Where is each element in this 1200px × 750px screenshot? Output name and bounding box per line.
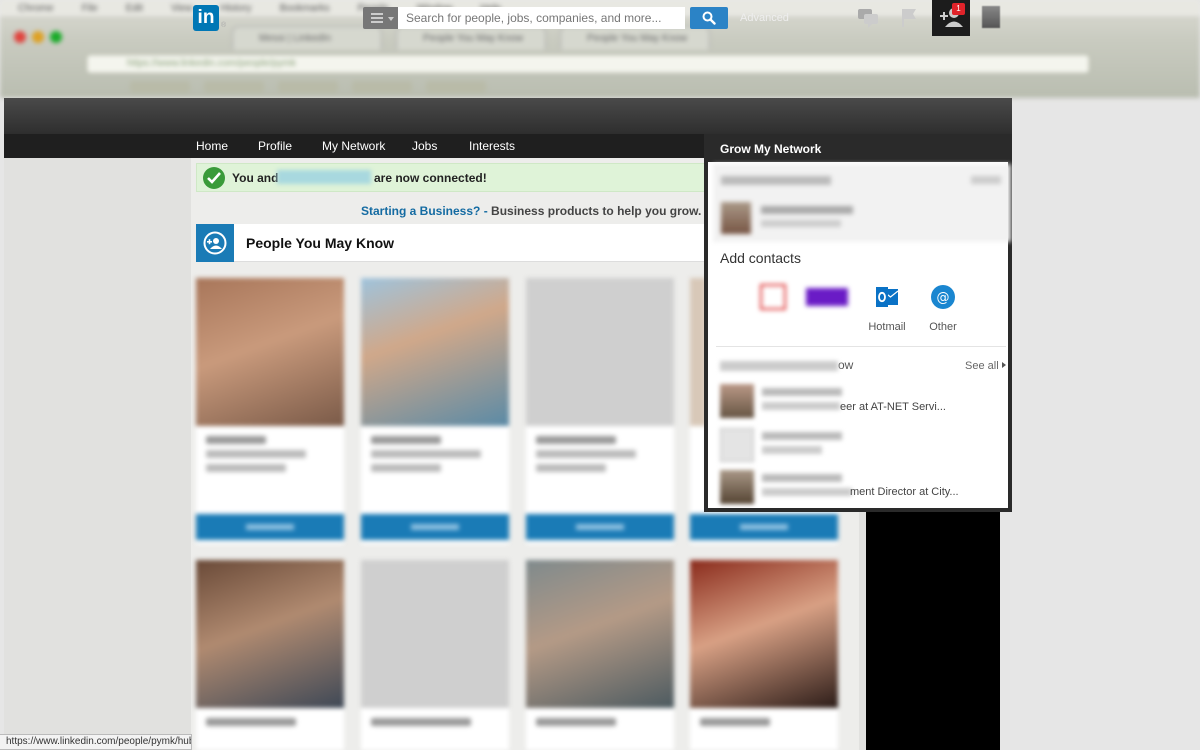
- outlook-icon: [876, 287, 899, 307]
- list-icon: [371, 13, 383, 23]
- suggestion-headline: ment Director at City...: [850, 486, 959, 498]
- pymk-title: People You May Know: [246, 235, 395, 251]
- hotmail-label: Hotmail: [868, 321, 906, 333]
- search-category-dropdown[interactable]: [363, 7, 398, 29]
- nav-my-network[interactable]: My Network: [322, 139, 385, 153]
- person-card[interactable]: [361, 278, 509, 544]
- at-icon: @: [931, 285, 955, 309]
- search-button[interactable]: [690, 7, 728, 29]
- connect-button[interactable]: [196, 514, 344, 540]
- other-label: Other: [929, 321, 957, 333]
- dropdown-title: Grow My Network: [720, 142, 822, 156]
- browser-tab[interactable]: People You May Know: [396, 26, 546, 50]
- bookmarks-bar: [0, 78, 1200, 96]
- notifications-button[interactable]: [896, 6, 922, 30]
- chevron-down-icon: [388, 17, 394, 21]
- dropdown-header: Grow My Network: [708, 134, 1008, 162]
- menu-item[interactable]: View: [171, 3, 193, 14]
- nav-profile[interactable]: Profile: [258, 139, 292, 153]
- suggestion-item[interactable]: ment Director at City...: [708, 470, 1008, 510]
- person-card[interactable]: [526, 560, 674, 750]
- connect-button[interactable]: [690, 514, 838, 540]
- yahoo-import-button[interactable]: [804, 284, 850, 326]
- notification-badge: 1: [952, 3, 965, 15]
- suggestion-item[interactable]: [708, 428, 1008, 468]
- person-photo: [361, 560, 509, 708]
- browser-tab[interactable]: Messi | LinkedIn: [232, 26, 382, 50]
- see-all-link[interactable]: See all: [965, 360, 1006, 372]
- hotmail-import-button[interactable]: Hotmail: [864, 284, 910, 333]
- menu-item[interactable]: Bookmarks: [280, 3, 330, 14]
- suggestion-avatar: [720, 384, 754, 418]
- menu-item[interactable]: History: [220, 3, 251, 14]
- person-photo: [196, 560, 344, 708]
- linkedin-topbar: [4, 98, 1012, 134]
- person-photo: [690, 560, 838, 708]
- connected-member-name[interactable]: [277, 170, 371, 184]
- pending-invitations[interactable]: [713, 164, 1011, 242]
- address-bar[interactable]: https://www.linkedin.com/people/pymk: [86, 54, 1090, 74]
- menu-item[interactable]: File: [82, 3, 98, 14]
- right-rail: [866, 510, 1000, 750]
- messages-icon: [858, 9, 878, 28]
- check-icon: [203, 167, 225, 189]
- nav-interests[interactable]: Interests: [469, 139, 515, 153]
- other-import-button[interactable]: @ Other: [920, 284, 966, 333]
- person-photo: [361, 278, 509, 426]
- connect-button[interactable]: [361, 514, 509, 540]
- person-card[interactable]: [196, 560, 344, 750]
- person-photo: [196, 278, 344, 426]
- avatar[interactable]: [982, 6, 1000, 28]
- gmail-icon: [760, 284, 786, 310]
- linkedin-logo[interactable]: in: [193, 5, 219, 31]
- status-bar-url: https://www.linkedin.com/people/pymk/hub: [0, 734, 192, 750]
- person-card[interactable]: [690, 560, 838, 750]
- bookmark[interactable]: [426, 81, 486, 93]
- people-icon: [196, 224, 234, 262]
- yahoo-icon: [806, 288, 848, 306]
- suggestion-headline: eer at AT-NET Servi...: [840, 401, 946, 413]
- ad-link[interactable]: Starting a Business? -: [361, 204, 488, 218]
- chevron-right-icon: [1001, 362, 1006, 368]
- person-card[interactable]: [361, 560, 509, 750]
- menu-item[interactable]: Edit: [126, 3, 143, 14]
- connection-notice: You and are now connected!: [196, 163, 706, 192]
- nav-home[interactable]: Home: [196, 139, 228, 153]
- dropdown-pymk-heading: ow: [720, 358, 853, 372]
- suggestion-avatar: [720, 428, 754, 462]
- ad-text: Business products to help you grow. W: [491, 204, 716, 218]
- nav-jobs[interactable]: Jobs: [412, 139, 437, 153]
- browser-tab[interactable]: People You May Know: [560, 26, 710, 50]
- messages-button[interactable]: [856, 6, 882, 30]
- suggestion-item[interactable]: eer at AT-NET Servi...: [708, 384, 1008, 424]
- bookmark[interactable]: [204, 81, 264, 93]
- flag-icon: [902, 9, 916, 27]
- person-photo: [526, 560, 674, 708]
- advanced-search-link[interactable]: Advanced: [740, 12, 789, 24]
- registered-mark: ®: [221, 22, 227, 29]
- bookmark[interactable]: [352, 81, 412, 93]
- search-icon: [702, 11, 716, 25]
- pymk-header: People You May Know: [196, 224, 706, 262]
- divider: [716, 346, 1006, 347]
- person-card[interactable]: [526, 278, 674, 544]
- svg-text:@: @: [937, 291, 950, 306]
- ad-banner: Starting a Business? - Business products…: [361, 204, 716, 218]
- bookmark[interactable]: [130, 81, 190, 93]
- notice-suffix: are now connected!: [374, 171, 487, 185]
- menu-item[interactable]: Chrome: [18, 3, 54, 14]
- bookmark[interactable]: [278, 81, 338, 93]
- connect-button[interactable]: [526, 514, 674, 540]
- person-photo: [526, 278, 674, 426]
- person-card[interactable]: [196, 278, 344, 544]
- grow-network-dropdown: Grow My Network Add contacts Hotmail @ O…: [704, 134, 1012, 512]
- gmail-import-button[interactable]: [750, 284, 796, 330]
- search-input[interactable]: [398, 7, 685, 29]
- suggestion-avatar: [720, 470, 754, 504]
- add-contacts-heading: Add contacts: [720, 250, 801, 266]
- notice-prefix: You and: [232, 171, 279, 185]
